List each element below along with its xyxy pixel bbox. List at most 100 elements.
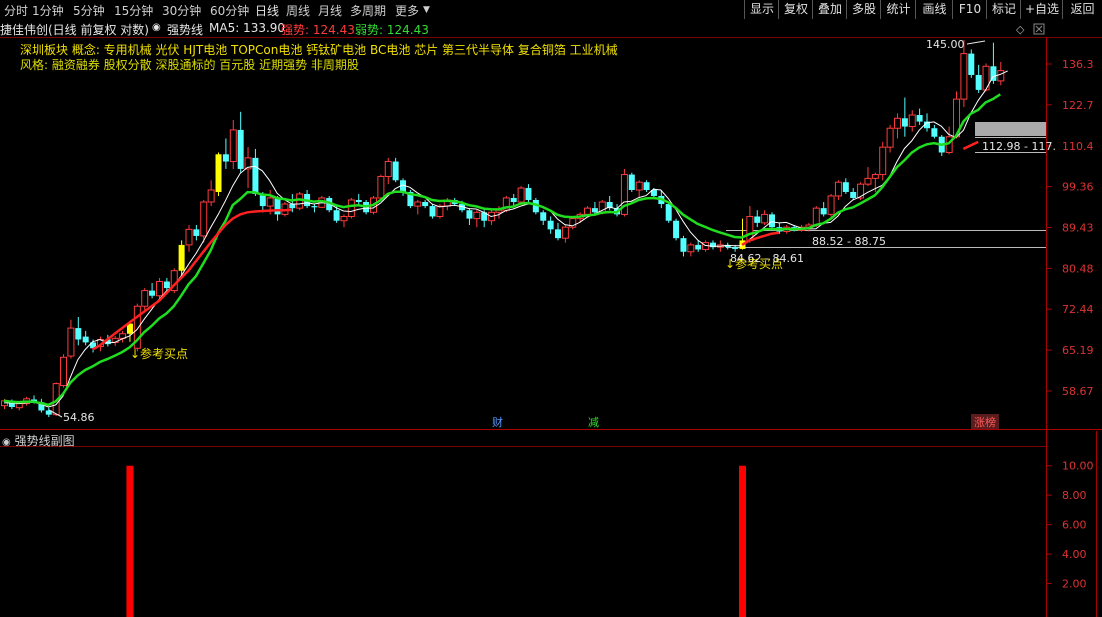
signal-bar xyxy=(126,465,134,617)
candle-body xyxy=(525,188,532,200)
candle xyxy=(569,216,577,230)
candle-body xyxy=(155,281,163,297)
candle-body xyxy=(185,228,193,246)
candle-body xyxy=(931,128,938,137)
candle xyxy=(488,210,496,226)
candle xyxy=(141,288,149,312)
sub-tick-label: 8.00 xyxy=(1062,489,1087,502)
candle xyxy=(473,210,481,228)
candle-body xyxy=(812,207,820,226)
candle xyxy=(680,235,687,257)
candle-body xyxy=(141,290,149,307)
candle-body xyxy=(673,220,680,239)
price-tick-label: 110.4 xyxy=(1062,140,1094,153)
candle xyxy=(252,148,259,196)
candle-body xyxy=(473,211,481,220)
candle xyxy=(709,240,716,250)
candle-body xyxy=(827,195,835,215)
candle xyxy=(215,152,222,196)
candle-body xyxy=(975,74,982,90)
candle xyxy=(340,214,348,228)
sub-tick-label: 2.00 xyxy=(1062,578,1087,591)
candle xyxy=(540,210,547,226)
candle-body xyxy=(274,197,281,215)
candle-body xyxy=(436,205,444,217)
candlestick-chart[interactable]: 136.3 122.7 110.4 99.36 89.43 80.48 72.44 65.19… xyxy=(0,0,1102,617)
price-tick-label: 136.3 xyxy=(1062,58,1094,71)
candle-body xyxy=(466,210,473,219)
candle-body xyxy=(864,177,872,185)
candle-body xyxy=(960,53,968,100)
candle xyxy=(754,210,761,228)
candle-body xyxy=(229,129,237,163)
sub-panel-header: ◉ 强势线副图 xyxy=(2,432,75,449)
candle-body xyxy=(857,183,865,199)
buy-point-label: ↓参考买点 xyxy=(130,346,188,361)
candle-body xyxy=(422,202,429,207)
candle-body xyxy=(414,201,422,207)
candle xyxy=(75,317,82,346)
sub-menu-icon[interactable]: ◉ xyxy=(2,437,11,448)
candle xyxy=(620,168,628,217)
candle-body xyxy=(266,197,274,207)
candle-body xyxy=(665,204,672,221)
candle-body xyxy=(555,229,561,239)
candle xyxy=(547,216,554,234)
candle-body xyxy=(222,154,229,162)
candle xyxy=(761,210,769,226)
candle xyxy=(673,218,680,241)
candle-body xyxy=(834,181,842,197)
candle xyxy=(517,186,525,205)
price-tick-label: 80.48 xyxy=(1062,262,1094,275)
range-label: 88.52 - 88.75 xyxy=(812,235,886,248)
candle xyxy=(901,97,908,137)
candle-body xyxy=(584,207,592,215)
chart-marks: 145.0054.86↓参考买点↓参考买点88.52 - 88.7584.62 … xyxy=(48,38,1056,429)
range-label: 112.98 - 117. xyxy=(982,140,1056,153)
price-tick-label: 65.19 xyxy=(1062,344,1094,357)
level-zone xyxy=(975,122,1046,136)
candle xyxy=(635,180,643,198)
candle xyxy=(931,124,938,139)
candle xyxy=(207,180,215,207)
candle-body xyxy=(252,157,259,194)
price-tick-label: 58.67 xyxy=(1062,385,1094,398)
candle xyxy=(687,242,695,257)
candle-body xyxy=(879,146,887,176)
candle xyxy=(229,119,237,169)
candle-body xyxy=(680,238,687,252)
candle xyxy=(886,124,894,153)
candle xyxy=(119,330,127,343)
range-label: 84.62 - 84.61 xyxy=(730,252,804,265)
sub-panel-title[interactable]: 强势线副图 xyxy=(15,434,75,448)
candle xyxy=(466,208,473,226)
candle-body xyxy=(540,212,547,221)
candle-body xyxy=(908,114,916,128)
candle-body xyxy=(687,244,695,253)
candle xyxy=(916,108,923,125)
price-tick-label: 89.43 xyxy=(1062,221,1094,234)
candle-body xyxy=(75,328,82,340)
candle-body xyxy=(347,199,355,217)
candle xyxy=(178,240,185,276)
candle-body xyxy=(628,174,635,191)
candle-body xyxy=(850,191,857,198)
candle-body xyxy=(695,244,702,250)
candle xyxy=(628,172,635,192)
candle-body xyxy=(871,174,879,179)
candle xyxy=(311,204,318,213)
candle-body xyxy=(311,206,318,208)
candle xyxy=(429,204,436,219)
candle-body xyxy=(429,206,436,217)
candle-body xyxy=(842,182,849,192)
diamond-icon[interactable]: ◇ xyxy=(1016,23,1025,36)
candle xyxy=(820,202,827,217)
candle xyxy=(45,407,52,418)
sub-tick-label: 10.00 xyxy=(1062,460,1094,473)
candle xyxy=(377,174,385,200)
candle-body xyxy=(384,161,392,177)
candle-body xyxy=(67,327,75,357)
candle xyxy=(982,63,990,92)
candle-body xyxy=(178,244,185,271)
candle-body xyxy=(517,187,525,203)
